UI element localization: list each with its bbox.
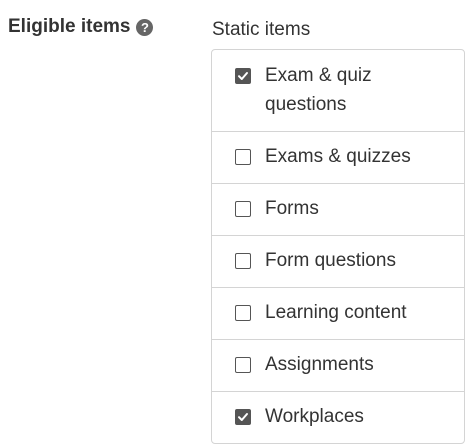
checkbox[interactable] [235,305,251,321]
list-item-label: Forms [265,198,319,219]
list-item[interactable]: Assignments [212,339,464,391]
list-item-label: Form questions [265,250,396,271]
static-items-title: Static items [212,19,311,40]
list-item[interactable]: Form questions [212,235,464,287]
list-item[interactable]: Learning content [212,287,464,339]
list-item[interactable]: Exam & quiz questions [212,50,464,131]
checkbox[interactable] [235,201,251,217]
list-item-label: Exam & quiz questions [265,65,372,115]
list-item-label: Learning content [265,302,407,323]
list-item-label: Assignments [265,354,374,375]
checkbox[interactable] [235,68,251,84]
checkbox[interactable] [235,253,251,269]
checkmark-icon [238,413,248,421]
checkbox[interactable] [235,409,251,425]
list-item-label: Workplaces [265,406,364,427]
checkbox[interactable] [235,357,251,373]
static-items-list: Exam & quiz questions Exams & quizzes Form… [211,49,465,444]
list-item[interactable]: Workplaces [212,391,464,443]
eligible-items-label: Eligible items ? [8,16,154,38]
list-item-label: Exams & quizzes [265,146,411,167]
list-item[interactable]: Exams & quizzes [212,131,464,183]
question-circle-icon[interactable]: ? [136,19,154,36]
checkbox[interactable] [235,149,251,165]
list-item[interactable]: Forms [212,183,464,235]
field-label-text: Eligible items [8,16,131,37]
checkmark-icon [238,72,248,80]
